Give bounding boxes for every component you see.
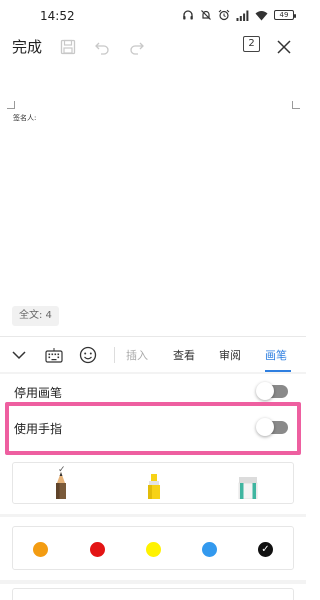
color-palette-card: ✓ [12,526,294,570]
emoji-icon[interactable] [77,344,99,366]
margin-corner-right [292,101,300,109]
disable-pen-row[interactable]: 停用画笔 [0,374,306,410]
margin-corner-left [7,101,15,109]
tab-bar: 插入 查看 审阅 画笔 [0,336,306,372]
status-time: 14:52 [40,9,75,23]
word-count: 全文: 4 [12,306,59,326]
color-selected-check-icon: ✓ [261,544,270,555]
keyboard-icon[interactable] [43,344,65,366]
section-gap [0,580,306,584]
section-gap [0,514,306,517]
use-finger-toggle[interactable] [256,418,288,436]
toggle-knob [256,382,274,400]
battery-icon: 49 [274,10,296,20]
toggle-knob [256,418,274,436]
color-swatch-blue[interactable] [202,542,217,557]
next-card-edge [12,588,294,600]
top-toolbar: 完成 [0,32,306,62]
color-swatch-black[interactable]: ✓ [258,542,273,557]
close-icon[interactable] [274,37,294,57]
color-swatch-red[interactable] [90,542,105,557]
headphones-icon [182,9,194,21]
done-button[interactable]: 完成 [12,36,42,57]
signal-icon [236,10,249,21]
tab-divider [114,347,115,363]
color-swatch-yellow[interactable] [146,542,161,557]
pencil-pen-icon[interactable] [51,471,71,503]
collapse-chevron-icon[interactable] [8,344,30,366]
highlighter-pen-icon[interactable] [144,471,164,503]
save-icon[interactable] [58,37,78,57]
undo-icon[interactable] [92,37,112,57]
status-icons: 49 [182,9,296,21]
color-swatch-orange[interactable] [33,542,48,557]
signer-label: 签名人: [13,114,37,122]
status-bar: 14:52 49 [0,0,306,32]
redo-icon[interactable] [127,37,147,57]
wifi-icon [255,10,268,21]
tab-insert[interactable]: 插入 [126,347,148,363]
document-canvas[interactable]: 签名人: 全文: 4 [0,64,306,334]
disable-pen-label: 停用画笔 [14,386,63,400]
alarm-icon [218,9,230,21]
use-finger-row[interactable]: 使用手指 [0,410,306,446]
tab-pen[interactable]: 画笔 [265,347,287,363]
use-finger-label: 使用手指 [14,422,63,436]
eraser-pen-icon[interactable] [236,471,260,503]
mute-icon [200,9,212,21]
page-count-icon[interactable]: 2 [243,36,260,52]
tab-view[interactable]: 查看 [173,347,195,363]
pen-tools-card: ✓ [12,462,294,504]
disable-pen-toggle[interactable] [256,382,288,400]
tab-review[interactable]: 审阅 [219,347,241,363]
